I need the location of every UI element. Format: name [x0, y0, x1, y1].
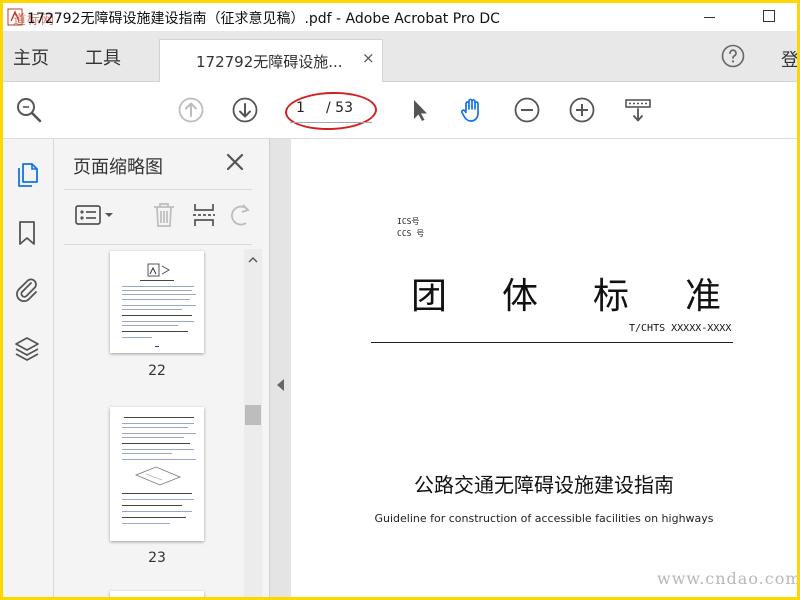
scroll-up-icon[interactable]: [248, 255, 258, 265]
previous-page-icon[interactable]: [177, 96, 205, 124]
panel-toolbar-divider: [64, 244, 252, 245]
thumbnail-label-23: 23: [148, 550, 166, 566]
diagram-thumbnail-icon: [134, 466, 182, 486]
page-total: / 53: [326, 100, 353, 116]
window-title: 172792无障碍设施建设指南（征求意见稿）.pdf - Adobe Acrob…: [27, 11, 500, 27]
standard-code: T/CHTS XXXXX-XXXX: [629, 323, 732, 334]
login-button[interactable]: 登: [781, 46, 797, 72]
scrollbar-thumb[interactable]: [245, 405, 261, 425]
header-rule: [371, 342, 733, 343]
document-page: ICS号 CCS 号 团 体 标 准 T/CHTS XXXXX-XXXX 公路交…: [291, 139, 797, 597]
panel-collapse-strip[interactable]: [269, 139, 292, 597]
tab-bar: 主页 工具 172792无障碍设施... × 登: [3, 31, 797, 82]
document-view[interactable]: ICS号 CCS 号 团 体 标 准 T/CHTS XXXXX-XXXX 公路交…: [291, 139, 797, 597]
site-watermark: www.cndao.com: [657, 569, 797, 588]
thumbnail-page-23[interactable]: [110, 407, 204, 541]
page-number-underline: [290, 122, 372, 123]
acrobat-window: 道标网 172792无障碍设施建设指南（征求意见稿）.pdf - Adobe A…: [3, 3, 797, 597]
heading-char-1: 团: [411, 276, 448, 317]
heading-char-4: 准: [685, 276, 722, 317]
document-title-en: Guideline for construction of accessible…: [374, 512, 714, 525]
title-bar: 道标网 172792无障碍设施建设指南（征求意见稿）.pdf - Adobe A…: [3, 3, 797, 31]
panel-divider: [64, 189, 252, 190]
page-thumbnails-icon[interactable]: [13, 161, 41, 189]
hand-tool-icon[interactable]: [458, 96, 486, 124]
next-page-icon[interactable]: [231, 96, 259, 124]
delete-page-icon[interactable]: [150, 201, 178, 229]
scroll-mode-icon[interactable]: [623, 96, 653, 124]
tab-document[interactable]: 172792无障碍设施... ×: [159, 39, 383, 82]
heading-char-2: 体: [502, 276, 539, 317]
document-title-cn: 公路交通无障碍设施建设指南: [414, 473, 674, 497]
thumbnail-page-next[interactable]: [110, 591, 204, 597]
zoom-out-icon[interactable]: [513, 96, 541, 124]
help-icon[interactable]: [721, 44, 745, 68]
toolbar: 1 / 53: [3, 82, 797, 139]
tab-close-icon[interactable]: ×: [362, 49, 375, 67]
bookmarks-icon[interactable]: [13, 219, 41, 247]
rotate-page-icon[interactable]: [230, 201, 252, 229]
maximize-button[interactable]: [745, 3, 791, 31]
figure-thumbnail-icon: [147, 263, 171, 277]
collapse-arrow-icon[interactable]: [277, 379, 285, 391]
insert-page-icon[interactable]: [190, 201, 218, 229]
options-menu-icon[interactable]: [74, 201, 116, 229]
tab-tools[interactable]: 工具: [85, 44, 121, 70]
page-number-input[interactable]: 1: [296, 100, 305, 116]
zoom-in-icon[interactable]: [568, 96, 596, 124]
search-icon[interactable]: [15, 96, 43, 124]
thumbnails-scrollbar[interactable]: [244, 249, 262, 597]
select-cursor-icon[interactable]: [405, 96, 433, 124]
left-navigation-rail: [3, 139, 54, 597]
tab-document-label: 172792无障碍设施...: [196, 53, 343, 71]
tab-home[interactable]: 主页: [13, 44, 49, 70]
thumbnails-panel: 页面缩略图 22 23: [54, 139, 269, 597]
close-panel-icon[interactable]: [225, 152, 245, 172]
thumbnails-panel-title: 页面缩略图: [73, 157, 163, 178]
thumbnail-label-22: 22: [148, 363, 166, 379]
thumbnail-page-22[interactable]: [110, 251, 204, 353]
ccs-label: CCS 号: [397, 229, 425, 238]
heading-char-3: 标: [593, 276, 630, 317]
layers-icon[interactable]: [13, 335, 41, 363]
ics-label: ICS号: [397, 217, 420, 226]
attachments-icon[interactable]: [13, 275, 41, 303]
minimize-button[interactable]: [687, 3, 733, 31]
